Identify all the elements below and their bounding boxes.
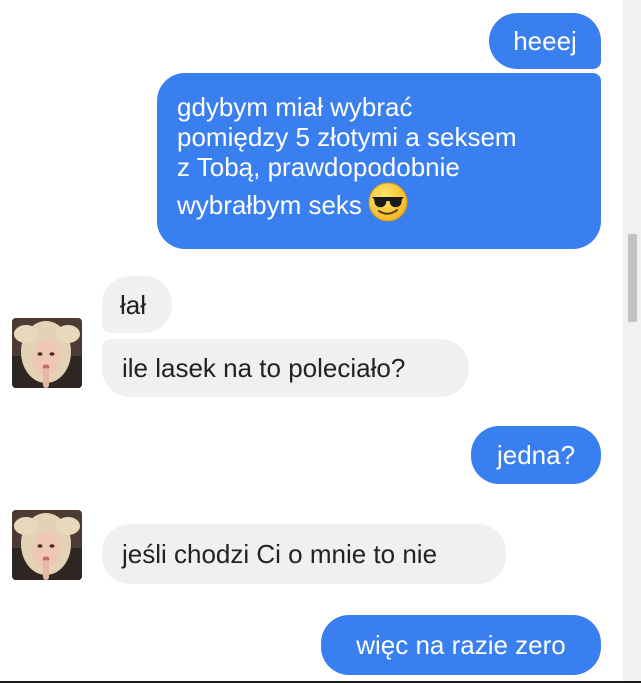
incoming-message[interactable]: jeśli chodzi Ci o mnie to nie [102, 524, 506, 584]
incoming-message[interactable]: łał [102, 276, 172, 333]
avatar[interactable] [12, 510, 82, 580]
chat-window: heeej gdybym miał wybrać pomiędzy 5 złot… [0, 0, 623, 683]
incoming-message[interactable]: ile lasek na to poleciało? [102, 339, 469, 397]
message-line: gdybym miał wybrać [177, 92, 413, 122]
avatar[interactable] [12, 318, 82, 388]
outgoing-message[interactable]: jedna? [471, 426, 601, 484]
outgoing-message[interactable]: więc na razie zero [321, 615, 601, 675]
message-line: wybrałbym seks [177, 182, 601, 228]
smiling-face-with-sunglasses-icon [368, 182, 408, 228]
outgoing-message[interactable]: gdybym miał wybrać pomiędzy 5 złotymi a … [157, 73, 601, 249]
message-line: z Tobą, prawdopodobnie [177, 152, 460, 182]
scrollbar[interactable] [623, 0, 641, 683]
scrollbar-thumb[interactable] [628, 234, 637, 322]
message-line: pomiędzy 5 złotymi a seksem [177, 122, 517, 152]
outgoing-message[interactable]: heeej [489, 13, 601, 69]
